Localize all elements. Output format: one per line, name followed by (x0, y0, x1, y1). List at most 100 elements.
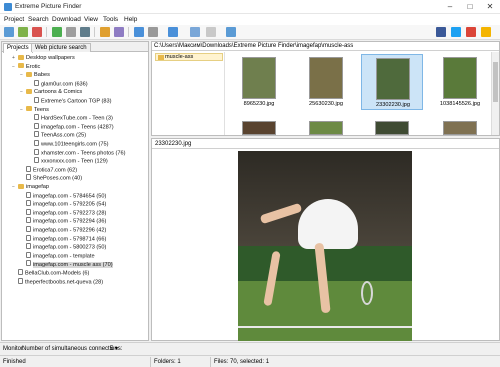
play-icon[interactable] (52, 27, 62, 37)
tree-item[interactable]: imagefap.com - 5792296 (42) (20, 226, 106, 234)
preview-image[interactable] (238, 151, 412, 341)
status-files: Files: 70, selected: 1 (214, 359, 270, 365)
thumbnail[interactable] (295, 118, 357, 135)
thumbnail-caption: 23302230.jpg (376, 102, 410, 108)
delete-icon[interactable] (32, 27, 42, 37)
tree-item[interactable]: xxxonxxx.com - Teen (129) (28, 157, 108, 165)
tree-item[interactable]: + Desktop wallpapers (12, 54, 75, 62)
list-view-icon[interactable] (148, 27, 158, 37)
tab-projects[interactable]: Projects (3, 43, 33, 53)
menu-bar: Project Search Download View Tools Help (0, 14, 500, 25)
path-bar[interactable]: C:\Users\Максим\Downloads\Extreme Pictur… (152, 42, 499, 51)
thumbnail-selected[interactable]: 23302230.jpg (361, 54, 423, 110)
thumbnail[interactable] (228, 118, 290, 135)
tree-item[interactable]: − Erotic (12, 63, 40, 71)
project-tree: + Desktop wallpapers − Erotic − Babes glam0ur.… (2, 54, 148, 340)
page-icon (26, 174, 31, 181)
tree-item[interactable]: BellaClub.com-Models (6) (12, 269, 89, 277)
collapse-icon[interactable]: − (20, 71, 25, 79)
toolbar (0, 25, 500, 40)
menu-tools[interactable]: Tools (103, 16, 118, 23)
open-icon[interactable] (18, 27, 28, 37)
collapse-icon[interactable]: − (20, 88, 25, 96)
folder-item[interactable]: muscle-ass (155, 53, 223, 61)
thumbnail[interactable] (361, 118, 423, 135)
menu-project[interactable]: Project (4, 16, 24, 23)
tree-item[interactable]: imagefap.com - 5792205 (54) (20, 200, 106, 208)
feedback-icon[interactable] (481, 27, 491, 37)
tree-item[interactable]: − imagefap (12, 183, 49, 191)
tree-item-label: HardSexTube.com - Teen (3) (41, 115, 113, 122)
minimize-button[interactable]: – (440, 0, 460, 14)
tree-item[interactable]: xhamster.com - Teens photos (76) (28, 148, 125, 157)
tree-item[interactable]: www.101teengirls.com (75) (28, 140, 108, 148)
tree-item[interactable]: TeenAss.com (25) (28, 131, 86, 139)
tree-item-label: xxxonxxx.com - Teen (129) (41, 158, 108, 165)
thumbnails-icon[interactable] (134, 27, 144, 37)
folder-label: muscle-ass (165, 54, 194, 60)
view-mode-icon[interactable] (168, 27, 178, 37)
page-icon (26, 243, 31, 250)
thumbnail[interactable] (429, 118, 491, 135)
new-project-icon[interactable] (4, 27, 14, 37)
tree-item[interactable]: imagefap.com - 5792273 (28) (20, 208, 107, 217)
help-icon[interactable] (226, 27, 236, 37)
thumbnail-image (376, 58, 410, 100)
tree-item[interactable]: ShePoses.com (40) (20, 174, 82, 182)
google-plus-icon[interactable] (466, 27, 476, 37)
thumbnail[interactable]: 1038145526.jpg (429, 54, 491, 110)
tree-item[interactable]: glam0ur.com (636) (28, 79, 88, 88)
tree-item[interactable]: Extreme's Cartoon TGP (83) (28, 97, 112, 105)
tree-item[interactable]: imagefap.com - 5784654 (50) (20, 191, 106, 200)
expand-icon[interactable]: + (12, 54, 17, 62)
tree-item[interactable]: − Cartoons & Comics (20, 88, 82, 96)
collapse-icon[interactable]: − (12, 183, 17, 191)
page-icon (34, 114, 39, 121)
menu-search[interactable]: Search (28, 16, 49, 23)
download-icon[interactable] (100, 27, 110, 37)
tree-item-label: imagefap.com - 5800273 (50) (33, 244, 107, 251)
thumbnail[interactable]: 8965230.jpg (228, 54, 290, 110)
connections-dropdown[interactable]: 5 ▾ (110, 343, 118, 355)
close-button[interactable]: ✕ (480, 0, 500, 14)
tree-item[interactable]: theperfectboobs.net-queva (28) (12, 277, 103, 286)
tree-item[interactable]: imagefap.com - muscle ass (70) (20, 260, 113, 268)
page-icon (34, 140, 39, 146)
menu-download[interactable]: Download (52, 16, 81, 23)
tree-item[interactable]: HardSexTube.com - Teen (3) (28, 114, 113, 122)
tree-item[interactable]: imagefap.com - 5798714 (66) (20, 234, 106, 243)
menu-view[interactable]: View (84, 16, 98, 23)
stop-icon[interactable] (80, 27, 90, 37)
refresh-icon[interactable] (190, 27, 200, 37)
page-icon (34, 157, 39, 164)
scroll-thumb[interactable] (493, 62, 498, 102)
tree-item[interactable]: imagefap.com - 5800273 (50) (20, 243, 106, 251)
menu-help[interactable]: Help (124, 16, 137, 23)
page-icon (26, 260, 31, 267)
collapse-icon[interactable]: − (20, 106, 25, 114)
preview-filename: 23302230.jpg (152, 139, 499, 149)
tree-item[interactable]: imagefap.com - template (20, 251, 95, 260)
thumbnail-image (443, 57, 477, 99)
tree-item[interactable]: imagefap.com - Teens (4287) (28, 122, 114, 131)
facebook-icon[interactable] (436, 27, 446, 37)
maximize-button[interactable]: □ (460, 0, 480, 14)
thumbnail[interactable]: 25630230.jpg (295, 54, 357, 110)
settings-icon[interactable] (206, 27, 216, 37)
tree-item-label: Erotica7.com (62) (33, 167, 78, 174)
status-state: Finished (3, 359, 26, 365)
tab-web-picture-search[interactable]: Web picture search (31, 43, 91, 52)
pause-icon[interactable] (66, 27, 76, 37)
tree-item[interactable]: − Teens (20, 106, 49, 114)
collapse-icon[interactable]: − (12, 63, 17, 71)
connections-value: 5 (110, 346, 114, 352)
folder-icon (18, 183, 24, 189)
tree-item[interactable]: Erotica7.com (62) (20, 165, 78, 174)
filter-icon[interactable] (114, 27, 124, 37)
twitter-icon[interactable] (451, 27, 461, 37)
tree-item[interactable]: imagefap.com - 5792294 (36) (20, 217, 106, 225)
thumbnail-scrollbar[interactable] (491, 52, 499, 135)
tree-item[interactable]: − Babes (20, 71, 50, 79)
tree-item-label: imagefap.com - 5792273 (28) (33, 210, 107, 217)
tree-item-label: Teens (34, 106, 49, 113)
